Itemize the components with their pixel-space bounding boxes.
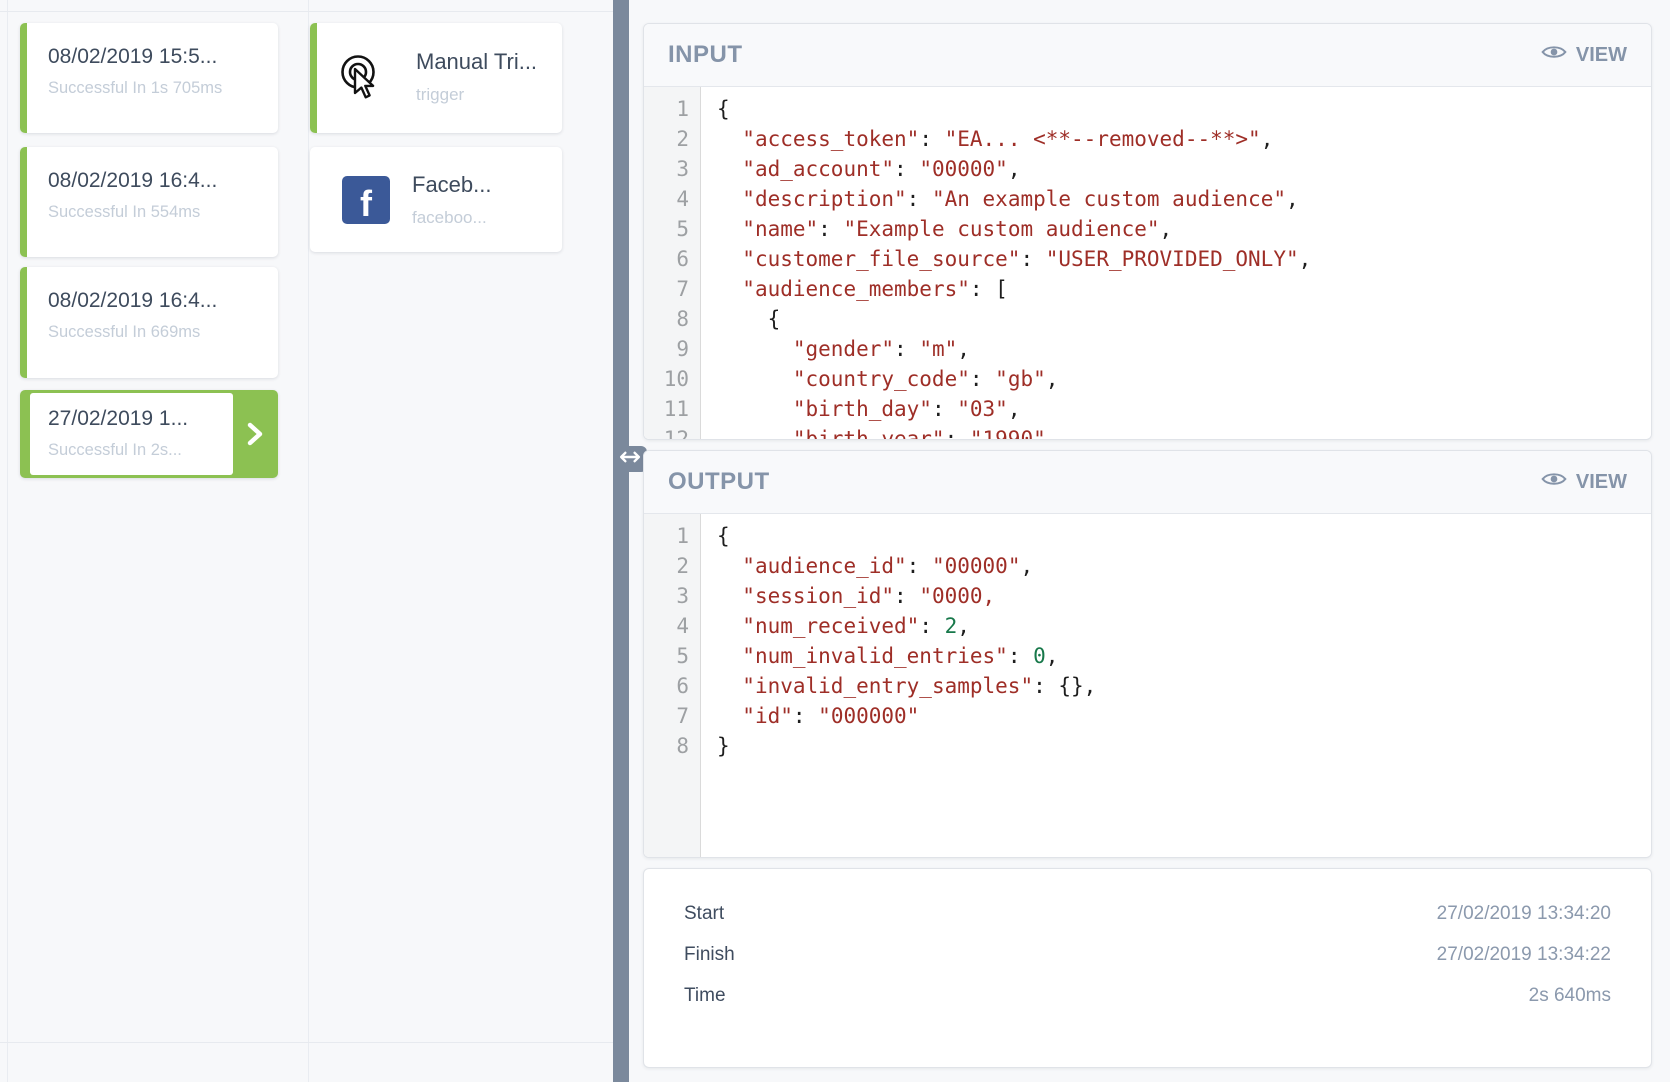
facebook-icon: f xyxy=(342,176,390,224)
panel-resize-divider[interactable] xyxy=(613,0,629,1082)
step-manual-trigger[interactable]: Manual Tri... trigger xyxy=(310,23,562,133)
run-status: Successful In 669ms xyxy=(48,323,200,342)
detail-row-start: Start 27/02/2019 13:34:20 xyxy=(684,893,1611,934)
run-timestamp: 08/02/2019 16:4... xyxy=(48,169,217,193)
success-status-bar xyxy=(20,23,27,133)
eye-icon xyxy=(1541,470,1567,494)
chevron-right-icon xyxy=(240,419,270,449)
eye-icon xyxy=(1541,43,1567,67)
output-panel-header: OUTPUT VIEW xyxy=(644,451,1651,514)
success-status-bar xyxy=(310,23,317,133)
column-divider-rule xyxy=(308,0,309,1082)
step-card-body: f Faceb... faceboo... xyxy=(320,150,517,249)
run-list-item[interactable]: 08/02/2019 16:4... Successful In 554ms xyxy=(20,147,278,257)
step-title: Faceb... xyxy=(412,172,491,198)
input-panel-header: INPUT VIEW xyxy=(644,24,1651,87)
detail-label: Start xyxy=(684,903,724,925)
top-rule xyxy=(0,11,613,12)
detail-value: 2s 640ms xyxy=(1529,985,1611,1007)
step-type: faceboo... xyxy=(412,208,487,228)
success-status-bar xyxy=(20,267,27,378)
detail-value: 27/02/2019 13:34:22 xyxy=(1437,944,1611,966)
step-type: trigger xyxy=(416,85,464,105)
output-view-button[interactable]: VIEW xyxy=(1541,470,1627,494)
manual-trigger-icon xyxy=(337,53,387,103)
view-label: VIEW xyxy=(1576,44,1627,67)
json-code: { "access_token": "EA... <**--removed--*… xyxy=(701,87,1311,440)
view-label: VIEW xyxy=(1576,471,1627,494)
run-timestamp: 27/02/2019 1... xyxy=(48,407,188,431)
input-code-area: 123456789101112 { "access_token": "EA...… xyxy=(644,87,1651,440)
execution-details-panel: Start 27/02/2019 13:34:20 Finish 27/02/2… xyxy=(643,868,1652,1068)
output-panel-title: OUTPUT xyxy=(668,468,770,496)
run-status: Successful In 554ms xyxy=(48,203,200,222)
output-code-area: 12345678 { "audience_id": "00000", "sess… xyxy=(644,514,1651,858)
detail-row-time: Time 2s 640ms xyxy=(684,975,1611,1016)
step-title: Manual Tri... xyxy=(416,49,537,75)
step-facebook-selected[interactable]: f Faceb... faceboo... xyxy=(310,147,562,252)
run-card-body: 27/02/2019 1... Successful In 2s... xyxy=(30,393,233,475)
line-number-gutter: 12345678 xyxy=(644,514,701,858)
detail-label: Time xyxy=(684,985,726,1007)
left-right-arrow-icon xyxy=(617,449,643,470)
chevron-right-icon xyxy=(524,185,554,215)
run-list-item[interactable]: 08/02/2019 15:5... Successful In 1s 705m… xyxy=(20,23,278,133)
input-panel: INPUT VIEW 123456789101112 { "access_tok… xyxy=(643,23,1652,440)
run-status: Successful In 1s 705ms xyxy=(48,79,222,98)
resize-handle[interactable] xyxy=(613,446,647,472)
run-timestamp: 08/02/2019 15:5... xyxy=(48,45,217,69)
input-panel-title: INPUT xyxy=(668,41,743,69)
bottom-rule xyxy=(0,1042,613,1043)
json-code: { "audience_id": "00000", "session_id": … xyxy=(701,514,1096,858)
run-list-item[interactable]: 08/02/2019 16:4... Successful In 669ms xyxy=(20,267,278,378)
input-view-button[interactable]: VIEW xyxy=(1541,43,1627,67)
success-status-bar xyxy=(20,147,27,257)
detail-value: 27/02/2019 13:34:20 xyxy=(1437,903,1611,925)
detail-label: Finish xyxy=(684,944,735,966)
output-panel: OUTPUT VIEW 12345678 { "audience_id": "0… xyxy=(643,450,1652,858)
detail-row-finish: Finish 27/02/2019 13:34:22 xyxy=(684,934,1611,975)
left-edge-rule xyxy=(7,0,8,1082)
run-status: Successful In 2s... xyxy=(48,441,182,460)
line-number-gutter: 123456789101112 xyxy=(644,87,701,440)
run-timestamp: 08/02/2019 16:4... xyxy=(48,289,217,313)
run-list-item-selected[interactable]: 27/02/2019 1... Successful In 2s... xyxy=(20,390,278,478)
